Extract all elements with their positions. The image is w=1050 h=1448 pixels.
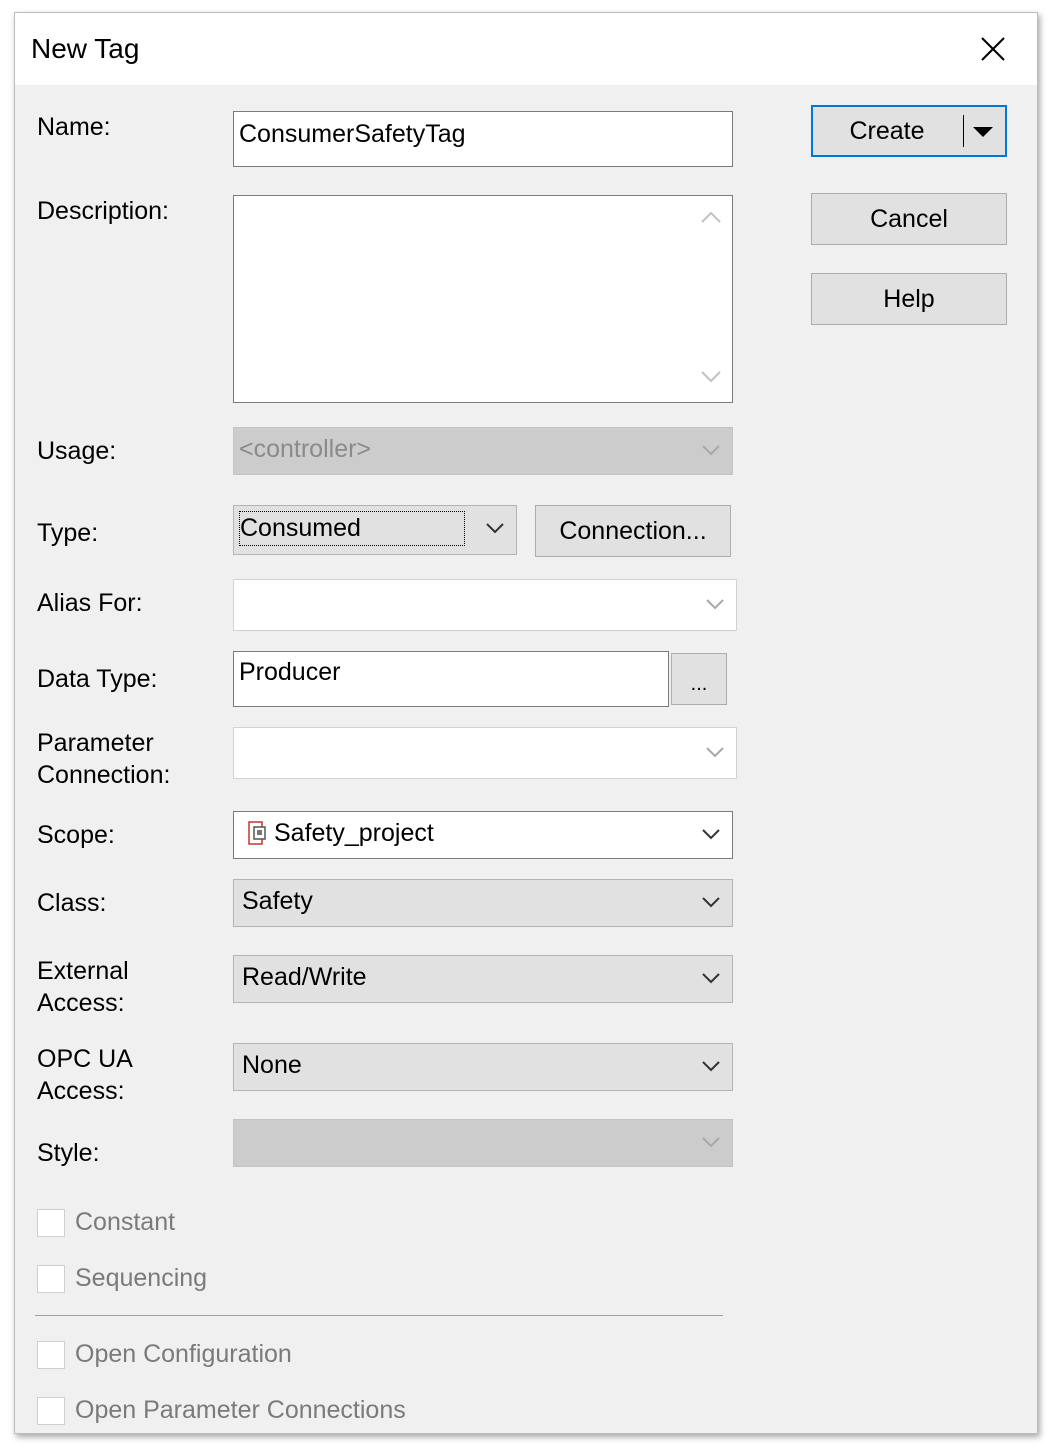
- chevron-down-icon[interactable]: [700, 970, 722, 986]
- name-input[interactable]: ConsumerSafetyTag: [233, 111, 733, 167]
- class-value: Safety: [242, 887, 313, 915]
- open-configuration-checkbox: [37, 1341, 65, 1369]
- title-bar: New Tag: [15, 13, 1037, 85]
- open-parameter-connections-checkbox: [37, 1397, 65, 1425]
- open-parameter-connections-checkbox-label: Open Parameter Connections: [75, 1396, 406, 1424]
- close-icon[interactable]: [977, 33, 1009, 65]
- name-input-value: ConsumerSafetyTag: [239, 120, 466, 148]
- scope-dropdown[interactable]: Safety_project: [233, 811, 733, 859]
- opc-ua-access-dropdown[interactable]: None: [233, 1043, 733, 1091]
- opc-ua-access-value: None: [242, 1051, 302, 1079]
- scroll-up-icon[interactable]: [700, 210, 722, 224]
- parameter-connection-label-line2: Connection:: [37, 761, 171, 789]
- chevron-down-icon[interactable]: [700, 1058, 722, 1074]
- open-configuration-checkbox-label: Open Configuration: [75, 1340, 292, 1368]
- help-button[interactable]: Help: [811, 273, 1007, 325]
- external-access-value: Read/Write: [242, 963, 367, 991]
- style-label: Style:: [37, 1139, 100, 1167]
- chevron-down-icon: [706, 747, 724, 758]
- class-dropdown[interactable]: Safety: [233, 879, 733, 927]
- type-label: Type:: [37, 519, 99, 547]
- chevron-down-icon[interactable]: [700, 826, 722, 842]
- separator: [35, 1315, 723, 1316]
- controller-project-icon: [248, 821, 266, 845]
- new-tag-dialog: New Tag Name: Description: Usage: Type: …: [14, 12, 1038, 1434]
- cancel-button[interactable]: Cancel: [811, 193, 1007, 245]
- dialog-title: New Tag: [31, 33, 140, 64]
- usage-dropdown: <controller>: [233, 427, 733, 475]
- create-button[interactable]: Create: [813, 107, 961, 155]
- parameter-connection-label-line1: Parameter: [37, 729, 154, 757]
- description-scrollbar[interactable]: [690, 196, 732, 402]
- constant-checkbox: [37, 1209, 65, 1237]
- chevron-down-icon: [706, 599, 724, 610]
- scope-label: Scope:: [37, 821, 115, 849]
- name-label: Name:: [37, 113, 111, 141]
- create-split-button[interactable]: Create: [811, 105, 1007, 157]
- usage-value: <controller>: [239, 435, 372, 463]
- split-divider: [963, 115, 964, 147]
- chevron-down-icon: [702, 445, 720, 456]
- description-textarea[interactable]: [233, 195, 733, 403]
- opc-ua-access-label-line2: Access:: [37, 1077, 125, 1105]
- style-dropdown: [233, 1119, 733, 1167]
- alias-for-label: Alias For:: [37, 589, 143, 617]
- usage-label: Usage:: [37, 437, 117, 465]
- scroll-down-icon[interactable]: [700, 370, 722, 384]
- constant-checkbox-label: Constant: [75, 1208, 176, 1236]
- opc-ua-access-label-line1: OPC UA: [37, 1045, 133, 1073]
- data-type-label: Data Type:: [37, 665, 158, 693]
- type-value: Consumed: [239, 511, 465, 546]
- parameter-connection-dropdown: [233, 727, 737, 779]
- external-access-label-line1: External: [37, 957, 129, 985]
- class-label: Class:: [37, 889, 107, 917]
- caret-down-icon[interactable]: [971, 125, 995, 139]
- alias-for-dropdown: [233, 579, 737, 631]
- connection-button[interactable]: Connection...: [535, 505, 731, 557]
- chevron-down-icon[interactable]: [700, 894, 722, 910]
- data-type-input[interactable]: Producer: [233, 651, 669, 707]
- external-access-dropdown[interactable]: Read/Write: [233, 955, 733, 1003]
- description-label: Description:: [37, 197, 169, 225]
- chevron-down-icon[interactable]: [484, 520, 506, 536]
- sequencing-checkbox-label: Sequencing: [75, 1264, 208, 1292]
- scope-value: Safety_project: [274, 819, 434, 847]
- external-access-label-line2: Access:: [37, 989, 125, 1017]
- data-type-browse-button[interactable]: ...: [671, 653, 727, 705]
- type-dropdown[interactable]: Consumed: [233, 505, 517, 555]
- data-type-value: Producer: [239, 658, 341, 686]
- sequencing-checkbox: [37, 1265, 65, 1293]
- chevron-down-icon: [702, 1137, 720, 1148]
- browse-button-label: ...: [690, 673, 708, 695]
